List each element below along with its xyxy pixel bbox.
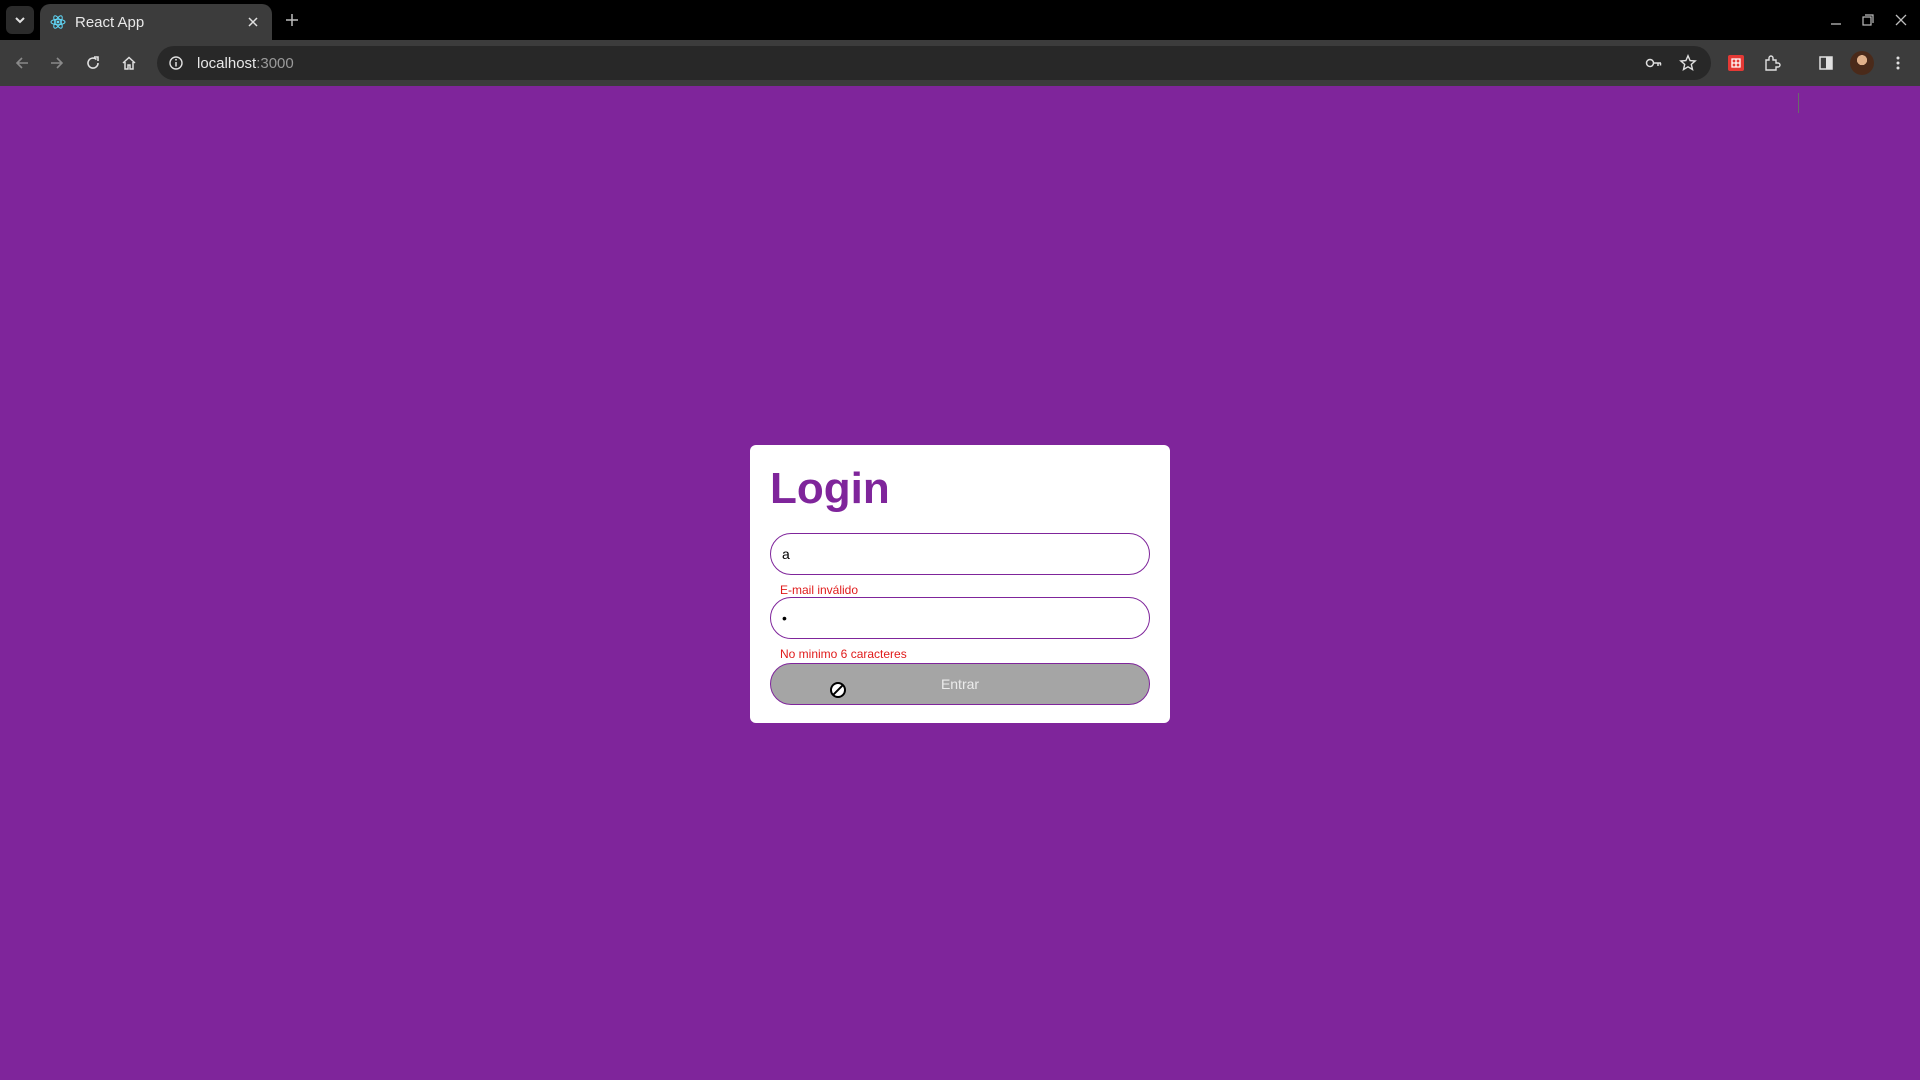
extension-icon[interactable] <box>1724 51 1748 75</box>
new-tab-button[interactable] <box>280 8 304 32</box>
toolbar-divider <box>1798 93 1799 113</box>
page-title: Login <box>770 464 890 513</box>
star-icon[interactable] <box>1677 52 1699 74</box>
react-favicon-icon <box>50 14 66 30</box>
not-allowed-cursor-icon <box>830 682 846 698</box>
entrar-button[interactable]: Entrar <box>770 663 1150 705</box>
reload-button[interactable] <box>81 51 105 75</box>
window-close-icon <box>1895 14 1907 26</box>
chevron-down-icon <box>15 17 25 24</box>
minimize-icon <box>1831 23 1841 25</box>
tab-strip: React App <box>0 0 1920 40</box>
restore-button[interactable] <box>1858 10 1878 30</box>
url-port: :3000 <box>256 54 294 72</box>
password-field[interactable] <box>770 597 1150 639</box>
tab-react-app[interactable]: React App <box>40 4 272 40</box>
tab-search-button[interactable] <box>6 6 34 34</box>
forward-button[interactable] <box>45 51 69 75</box>
back-icon <box>15 57 28 69</box>
info-icon[interactable] <box>167 54 185 72</box>
close-icon[interactable] <box>244 13 262 31</box>
home-icon <box>122 56 136 70</box>
puzzle-icon[interactable] <box>1760 51 1784 75</box>
tab-title: React App <box>75 13 145 31</box>
login-card: Login E-mail inválido No minimo 6 caract… <box>750 445 1170 723</box>
email-field[interactable] <box>770 533 1150 575</box>
back-button[interactable] <box>10 51 34 75</box>
avatar[interactable] <box>1850 51 1874 75</box>
url-text: localhost:3000 <box>197 55 294 72</box>
menu-icon[interactable] <box>1886 51 1910 75</box>
url-host: localhost <box>197 54 257 72</box>
password-error-text: No minimo 6 caracteres <box>780 647 907 661</box>
reload-icon <box>87 56 99 69</box>
email-error-text: E-mail inválido <box>780 583 859 597</box>
minimize-button[interactable] <box>1826 10 1846 30</box>
forward-icon <box>51 57 64 69</box>
browser-toolbar: localhost:3000 <box>0 40 1920 113</box>
restore-icon <box>1862 14 1874 26</box>
home-button[interactable] <box>117 51 141 75</box>
window-close-button[interactable] <box>1891 10 1911 30</box>
key-icon[interactable] <box>1643 52 1665 74</box>
plus-icon <box>286 14 298 26</box>
address-bar[interactable]: localhost:3000 <box>157 46 1711 80</box>
sidepanel-icon[interactable] <box>1814 51 1838 75</box>
